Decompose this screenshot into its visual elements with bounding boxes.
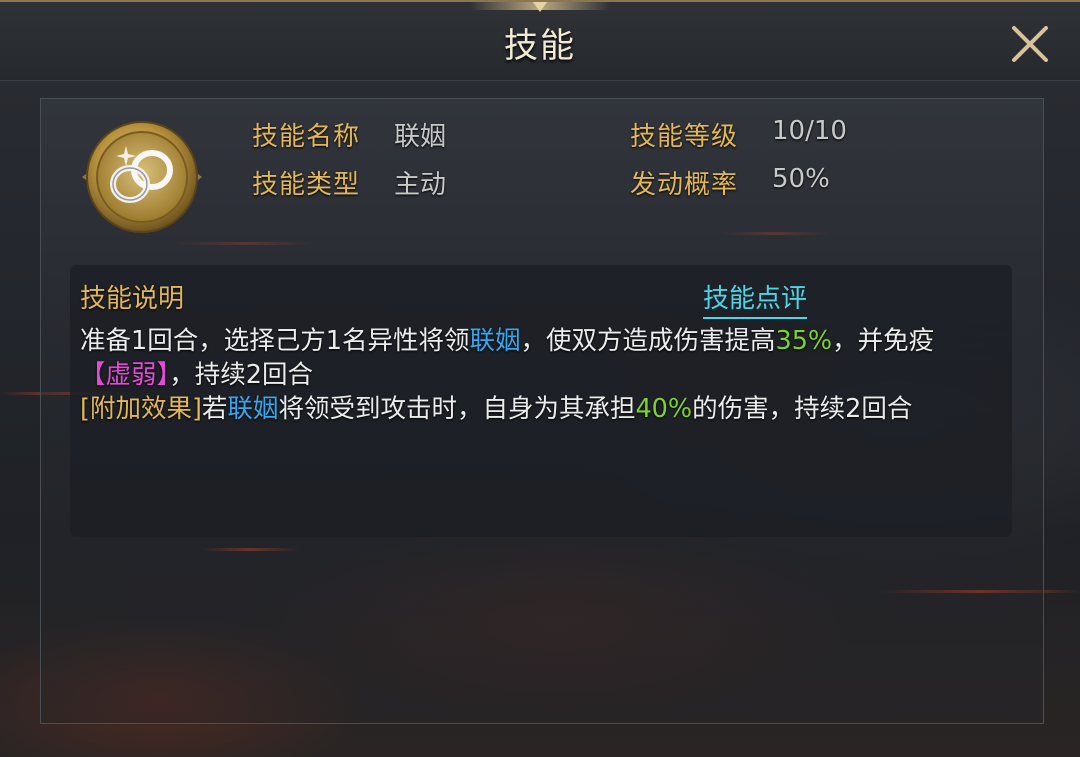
desc-text-segment: ，持续2回合: [169, 360, 313, 390]
desc-text-segment: 准备1回合，选择己方1名异性将领: [80, 326, 470, 356]
skill-review-link[interactable]: 技能点评: [703, 278, 808, 319]
percent-highlight: 40%: [635, 394, 693, 424]
close-button[interactable]: [1004, 18, 1056, 70]
desc-text-segment: ，并免疫: [832, 326, 935, 356]
keyword-highlight: 联姻: [469, 326, 521, 356]
description-title: 技能说明: [80, 284, 185, 314]
trigger-rate-label: 发动概率: [630, 170, 739, 200]
keyword-highlight: 联姻: [227, 394, 279, 424]
desc-text-segment: 将领受到攻击时，自身为其承担: [278, 394, 636, 424]
skill-level-value: 10/10: [772, 116, 847, 146]
skill-level-label: 技能等级: [630, 122, 739, 152]
description-paragraph-2: [附加效果]若联姻将领受到攻击时，自身为其承担40%的伤害，持续2回合: [80, 392, 980, 426]
skill-type-label: 技能类型: [252, 170, 361, 200]
description-text: 准备1回合，选择己方1名异性将领联姻，使双方造成伤害提高35%，并免疫【虚弱】，…: [80, 324, 980, 426]
title-bar: 技能: [0, 0, 1080, 81]
desc-text-segment: 若: [201, 394, 228, 424]
extra-effect-tag: [附加效果]: [80, 394, 202, 424]
skill-type-value: 主动: [394, 170, 447, 200]
skill-name-label: 技能名称: [252, 122, 361, 152]
window-title: 技能: [504, 26, 576, 66]
close-icon: [1012, 26, 1048, 62]
desc-text-segment: 的伤害，持续2回合: [692, 394, 913, 424]
trigger-rate-value: 50%: [772, 164, 830, 194]
debuff-highlight: 【虚弱】: [80, 360, 170, 390]
percent-highlight: 35%: [775, 326, 833, 356]
desc-text-segment: ，使双方造成伤害提高: [520, 326, 776, 356]
description-paragraph-1: 准备1回合，选择己方1名异性将领联姻，使双方造成伤害提高35%，并免疫【虚弱】，…: [80, 324, 980, 392]
skill-icon: [82, 118, 202, 236]
linked-rings-icon: [82, 121, 202, 233]
skill-name-value: 联姻: [394, 122, 447, 152]
